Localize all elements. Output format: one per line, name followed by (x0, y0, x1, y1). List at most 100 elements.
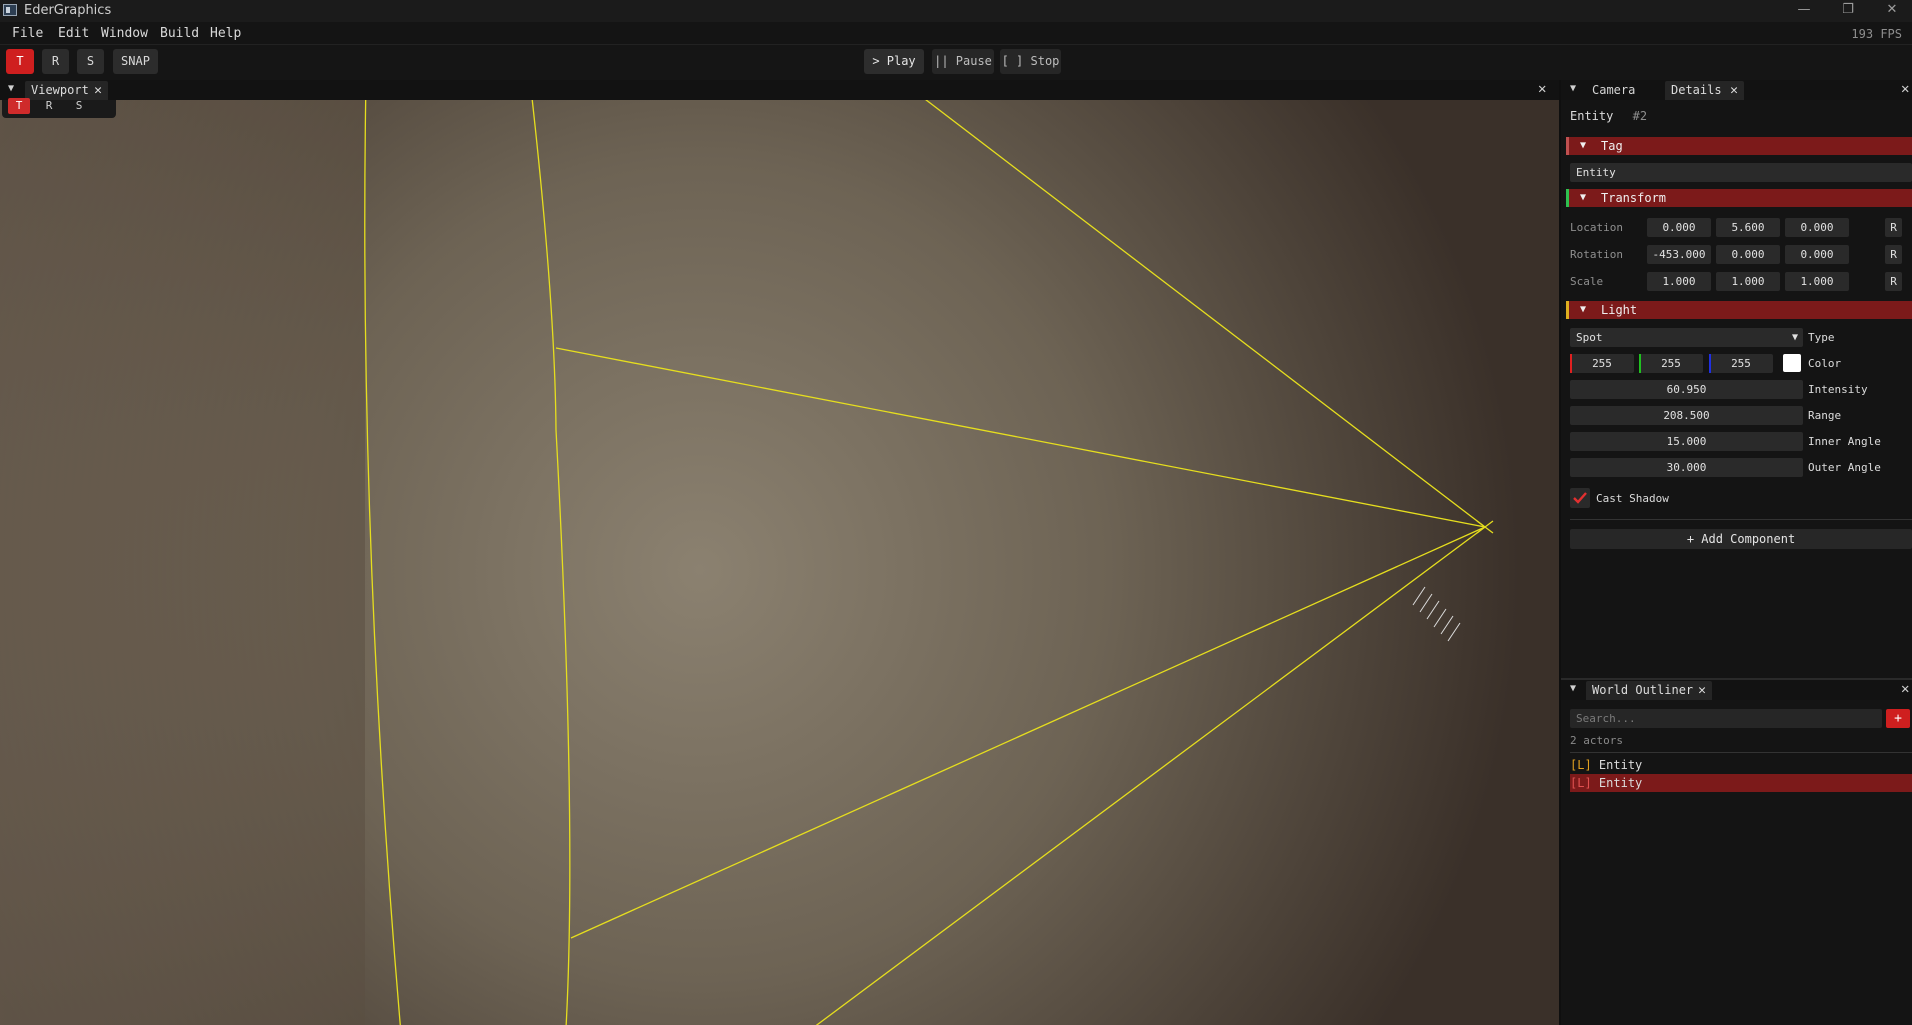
snap-button[interactable]: SNAP (113, 49, 158, 74)
separator (1570, 752, 1912, 753)
add-actor-button[interactable]: + (1886, 709, 1910, 728)
outliner-row[interactable]: [L] Entity (1570, 756, 1912, 774)
close-icon[interactable]: ✕ (1901, 681, 1909, 697)
fps-counter: 193 FPS (1851, 27, 1902, 41)
mini-rotate-button[interactable]: R (38, 98, 60, 114)
lit-wall (0, 100, 365, 1025)
close-icon[interactable]: ✕ (1538, 81, 1546, 97)
tab-details-label: Details (1671, 83, 1722, 97)
collapse-icon[interactable]: ▼ (1570, 83, 1580, 95)
play-button[interactable]: > Play (864, 49, 924, 74)
rotation-y-field[interactable]: 0.000 (1716, 245, 1780, 264)
scale-x-field[interactable]: 1.000 (1647, 272, 1711, 291)
section-tag[interactable]: ▼ Tag (1566, 137, 1912, 155)
entity-id: #2 (1632, 109, 1648, 123)
add-component-button[interactable]: + Add Component (1570, 529, 1912, 549)
intensity-label: Intensity (1808, 383, 1868, 396)
app-icon (3, 4, 17, 16)
reset-rotation-button[interactable]: R (1885, 245, 1902, 264)
close-icon[interactable]: ✕ (1901, 81, 1909, 97)
menu-help[interactable]: Help (210, 26, 241, 41)
section-accent (1566, 137, 1569, 155)
close-icon[interactable]: ✕ (1730, 81, 1738, 100)
cast-shadow-checkbox[interactable] (1570, 488, 1590, 508)
outer-angle-label: Outer Angle (1808, 461, 1881, 474)
light-type-dropdown[interactable]: Spot ▼ (1570, 328, 1803, 347)
collapse-icon[interactable]: ▼ (8, 83, 18, 95)
color-b-field[interactable]: 255 (1709, 354, 1773, 373)
tab-camera-label: Camera (1592, 83, 1636, 97)
actor-count: 2 actors (1570, 734, 1623, 747)
chevron-down-icon: ▼ (1791, 332, 1798, 343)
reset-location-button[interactable]: R (1885, 218, 1902, 237)
restore-button[interactable]: ❐ (1826, 0, 1870, 22)
red-channel-bar (1570, 354, 1572, 373)
light-actor-tag: [L] (1570, 758, 1592, 772)
minimize-button[interactable]: — (1782, 0, 1826, 22)
menu-file[interactable]: File (12, 26, 43, 41)
rotate-tool-button[interactable]: R (42, 49, 69, 74)
stop-button[interactable]: [ ] Stop (1000, 49, 1061, 74)
menu-edit[interactable]: Edit (58, 26, 89, 41)
menu-window[interactable]: Window (101, 26, 148, 41)
color-swatch[interactable] (1783, 354, 1801, 372)
section-transform[interactable]: ▼ Transform (1566, 189, 1912, 207)
actor-name: Entity (1598, 776, 1643, 790)
location-label: Location (1570, 221, 1623, 234)
details-panel: ▼ Camera Details ✕ ✕ Entity #2 ▼ Tag Ent… (1561, 80, 1912, 678)
range-field[interactable]: 208.500 (1570, 406, 1803, 425)
section-light-label: Light (1601, 303, 1638, 317)
outliner-search-input[interactable] (1570, 709, 1882, 728)
tab-viewport-label: Viewport (31, 83, 89, 97)
tab-world-outliner[interactable]: World Outliner ✕ (1586, 681, 1712, 700)
entity-header: Entity #2 (1570, 109, 1647, 123)
rotation-label: Rotation (1570, 248, 1623, 261)
separator (1570, 519, 1912, 520)
viewport-scene[interactable] (0, 100, 1559, 1025)
range-label: Range (1808, 409, 1842, 422)
close-window-button[interactable]: ✕ (1870, 0, 1912, 22)
translate-tool-button[interactable]: T (6, 49, 34, 74)
outliner-row[interactable]: [L] Entity (1570, 774, 1912, 792)
color-g-field[interactable]: 255 (1639, 354, 1703, 373)
title-bar: EderGraphics — ❐ ✕ (0, 0, 1912, 22)
intensity-field[interactable]: 60.950 (1570, 380, 1803, 399)
location-y-field[interactable]: 5.600 (1716, 218, 1780, 237)
location-z-field[interactable]: 0.000 (1785, 218, 1849, 237)
location-x-field[interactable]: 0.000 (1647, 218, 1711, 237)
rotation-x-field[interactable]: -453.000 (1647, 245, 1711, 264)
tag-field[interactable]: Entity (1570, 163, 1912, 182)
section-light[interactable]: ▼ Light (1566, 301, 1912, 319)
close-icon[interactable]: ✕ (1698, 681, 1706, 700)
mini-scale-button[interactable]: S (68, 98, 90, 114)
world-outliner-panel: ▼ World Outliner ✕ ✕ + 2 actors [L] Enti… (1561, 678, 1912, 1025)
scale-label: Scale (1570, 275, 1604, 288)
scene-canvas[interactable] (0, 100, 1559, 1025)
outer-angle-field[interactable]: 30.000 (1570, 458, 1803, 477)
collapse-icon[interactable]: ▼ (1570, 683, 1580, 695)
viewport-panel: ▼ Viewport ✕ ✕ T R S (0, 80, 1559, 1025)
expand-triangle-icon: ▼ (1580, 192, 1587, 203)
menu-build[interactable]: Build (160, 26, 199, 41)
tab-camera[interactable]: Camera (1586, 81, 1661, 100)
pause-button[interactable]: || Pause (932, 49, 994, 74)
outliner-tab-bar: ▼ World Outliner ✕ ✕ (1561, 680, 1912, 700)
color-r-field[interactable]: 255 (1570, 354, 1634, 373)
color-label: Color (1808, 357, 1842, 370)
type-label: Type (1808, 331, 1835, 344)
reset-scale-button[interactable]: R (1885, 272, 1902, 291)
mini-translate-button[interactable]: T (8, 98, 30, 114)
inner-angle-field[interactable]: 15.000 (1570, 432, 1803, 451)
section-accent (1566, 189, 1569, 207)
expand-triangle-icon: ▼ (1580, 304, 1587, 315)
light-type-value: Spot (1576, 331, 1603, 344)
tab-details[interactable]: Details ✕ (1665, 81, 1744, 100)
scale-tool-button[interactable]: S (77, 49, 104, 74)
rotation-z-field[interactable]: 0.000 (1785, 245, 1849, 264)
scale-z-field[interactable]: 1.000 (1785, 272, 1849, 291)
color-g-value: 255 (1661, 357, 1681, 370)
menu-bar: File Edit Window Build Help 193 FPS (0, 22, 1912, 44)
toolbar: T R S SNAP > Play || Pause [ ] Stop (0, 44, 1912, 80)
close-icon[interactable]: ✕ (94, 81, 102, 100)
scale-y-field[interactable]: 1.000 (1716, 272, 1780, 291)
